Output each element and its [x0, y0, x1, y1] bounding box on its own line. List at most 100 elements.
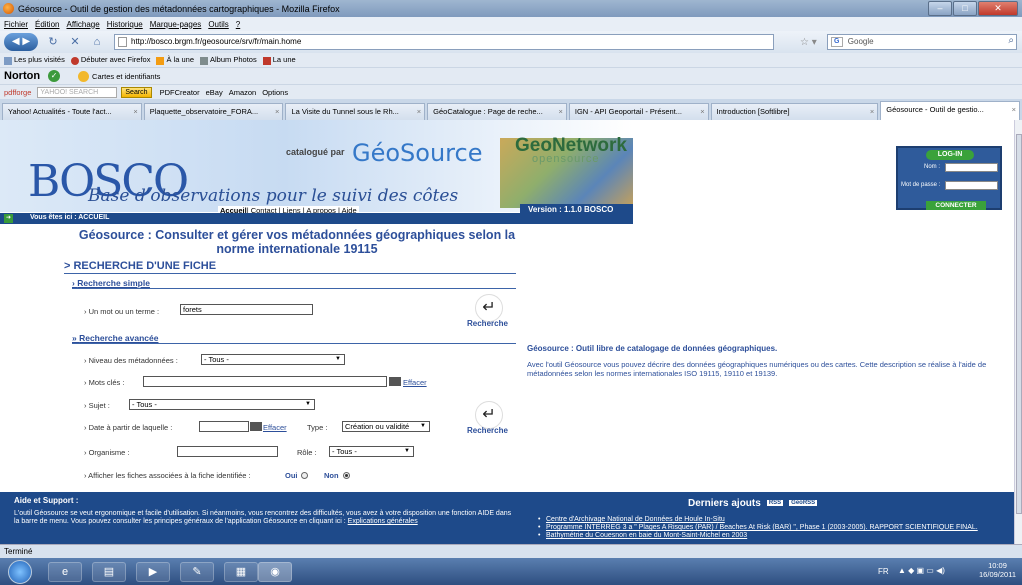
close-tab-icon[interactable]: ×	[870, 104, 874, 119]
app-icon[interactable]: ▦	[224, 562, 258, 582]
norton-logo[interactable]: Norton	[4, 70, 40, 82]
recherche-avancee-button[interactable]: Recherche	[467, 426, 508, 435]
bookmark-star-icon[interactable]: ☆ ▾	[800, 37, 817, 48]
menu-historique[interactable]: Historique	[107, 20, 143, 29]
url-bar[interactable]: http://bosco.brgm.fr/geosource/srv/fr/ma…	[114, 34, 774, 50]
amazon-item[interactable]: Amazon	[229, 88, 257, 97]
close-tab-icon[interactable]: ×	[558, 104, 562, 119]
explorer-icon[interactable]: ▤	[92, 562, 126, 582]
tab-ign[interactable]: IGN - API Geoportail - Présent... ×	[568, 103, 709, 120]
paint-icon[interactable]: ✎	[180, 562, 214, 582]
bookmark-plus-visites[interactable]: Les plus visités	[4, 55, 65, 65]
close-tab-icon[interactable]: ×	[1012, 102, 1016, 117]
tab-yahoo[interactable]: Yahoo! Actualités - Toute l'act... ×	[2, 103, 142, 120]
tab-label: Géosource - Outil de gestio...	[886, 105, 984, 114]
bookmark-debuter[interactable]: Débuter avec Firefox	[70, 55, 150, 65]
menu-marque-pages[interactable]: Marque-pages	[150, 20, 202, 29]
nom-input[interactable]	[945, 163, 998, 172]
tab-softlibre[interactable]: Introduction [Softlibre] ×	[710, 103, 879, 120]
sujet-label: › Sujet :	[84, 401, 110, 410]
bookmark-icon	[4, 56, 12, 65]
oui-radio[interactable]	[301, 472, 308, 479]
date-effacer-link[interactable]: Effacer	[263, 423, 287, 432]
type-select[interactable]: Création ou validité ▼	[342, 421, 430, 432]
tab-tunnel[interactable]: La Visite du Tunnel sous le Rh... ×	[285, 103, 426, 120]
mot-terme-input[interactable]: forets	[180, 304, 313, 315]
organisme-input[interactable]	[177, 446, 278, 457]
norton-check-icon[interactable]: ✓	[48, 70, 61, 82]
sujet-select[interactable]: - Tous - ▼	[129, 399, 315, 410]
minimize-button[interactable]: –	[928, 1, 952, 16]
bookmark-a-la-une[interactable]: À la une	[156, 55, 194, 65]
close-button[interactable]: ✕	[978, 1, 1018, 16]
niveau-value: - Tous -	[204, 355, 229, 364]
home-icon[interactable]: ⌂	[90, 35, 104, 49]
ie-icon[interactable]: e	[48, 562, 82, 582]
aide-support-text: L'outil Géosource se veut ergonomique et…	[14, 510, 512, 525]
tab-plaquette[interactable]: Plaquette_observatoire_FORA... ×	[143, 103, 284, 120]
stop-icon[interactable]: ✕	[68, 35, 82, 49]
mots-cles-effacer-link[interactable]: Effacer	[403, 378, 427, 387]
recherche-simple-label: Recherche simple	[77, 278, 150, 288]
search-icon[interactable]: ⌕	[1008, 35, 1014, 46]
yahoo-search-input[interactable]: YAHOO! SEARCH	[37, 86, 118, 98]
language-indicator[interactable]: FR	[878, 567, 889, 576]
bookmark-album-photos[interactable]: Album Photos	[200, 55, 257, 65]
close-tab-icon[interactable]: ×	[417, 104, 421, 119]
mots-cles-input[interactable]	[143, 376, 387, 387]
non-radio[interactable]	[343, 472, 350, 479]
niveau-select[interactable]: - Tous - ▼	[201, 354, 345, 365]
keyword-picker-icon[interactable]	[389, 377, 401, 386]
connecter-button[interactable]: CONNECTER	[926, 201, 986, 210]
recherche-avancee-title[interactable]: » Recherche avancée	[72, 333, 158, 343]
recherche-simple-title[interactable]: › Recherche simple	[72, 278, 150, 288]
firefox-taskbar-icon[interactable]: ◉	[258, 562, 292, 582]
close-tab-icon[interactable]: ×	[133, 104, 137, 119]
scrollbar-thumb[interactable]	[1016, 134, 1022, 514]
vertical-scrollbar[interactable]	[1014, 120, 1022, 544]
tab-geosource[interactable]: Géosource - Outil de gestio... ×	[880, 101, 1020, 120]
close-tab-icon[interactable]: ×	[275, 104, 279, 119]
calendar-icon[interactable]	[250, 422, 262, 431]
role-select[interactable]: - Tous - ▼	[329, 446, 414, 457]
explications-link[interactable]: Explications générales	[348, 518, 418, 525]
list-item[interactable]: Bathymétrie du Couesnon en baie du Mont-…	[538, 532, 1008, 540]
bookmark-la-une[interactable]: La une	[262, 55, 296, 65]
search-box[interactable]: G Google	[826, 34, 1017, 50]
recherche-avancee-icon[interactable]: ↵	[475, 401, 503, 429]
media-player-icon[interactable]: ▶	[136, 562, 170, 582]
tab-strip: Yahoo! Actualités - Toute l'act... × Plaq…	[0, 99, 1022, 120]
menu-outils[interactable]: Outils	[208, 20, 228, 29]
pdfcreator-item[interactable]: PDFCreator	[160, 88, 200, 97]
search-engine-label: Google	[847, 37, 874, 46]
password-input[interactable]	[945, 181, 998, 190]
menu-help[interactable]: ?	[236, 20, 240, 29]
yahoo-toolbar: pdfforge YAHOO! SEARCH Search PDFCreator…	[0, 84, 1022, 99]
recherche-simple-icon[interactable]: ↵	[475, 294, 503, 322]
clock[interactable]: 10:09 16/09/2011	[979, 561, 1016, 579]
recherche-simple-button[interactable]: Recherche	[467, 319, 508, 328]
norton-cartes-identifiants[interactable]: Cartes et identifiants	[92, 72, 160, 81]
close-tab-icon[interactable]: ×	[700, 104, 704, 119]
menu-fichier[interactable]: Fichier	[4, 20, 28, 29]
back-forward-button[interactable]: ◀ ▶	[4, 33, 38, 51]
start-button[interactable]	[8, 560, 32, 584]
ebay-item[interactable]: eBay	[206, 88, 223, 97]
rss-badge[interactable]: RSS	[766, 500, 784, 507]
list-item[interactable]: Centre d'Archivage National de Données d…	[538, 516, 1008, 524]
pdfforge-logo[interactable]: pdfforge	[4, 88, 31, 97]
date-input[interactable]	[199, 421, 249, 432]
password-label: Mot de passe :	[901, 182, 941, 188]
yahoo-search-button[interactable]: Search	[121, 86, 152, 98]
menu-affichage[interactable]: Affichage	[66, 20, 99, 29]
tray-icons[interactable]: ▲ ◆ ▣ ▭ ◀)	[898, 566, 945, 575]
list-item[interactable]: Programme INTERREG 3 a " Plages A Risque…	[538, 524, 1008, 532]
menu-edition[interactable]: Édition	[35, 20, 59, 29]
georss-badge[interactable]: GeoRSS	[789, 500, 818, 507]
aide-support-title: Aide et Support :	[14, 496, 79, 505]
maximize-button[interactable]: □	[953, 1, 977, 16]
reload-icon[interactable]: ↻	[46, 35, 60, 49]
options-item[interactable]: Options	[262, 88, 288, 97]
tab-geocatalogue[interactable]: GéoCatalogue : Page de reche... ×	[427, 103, 567, 120]
tab-label: IGN - API Geoportail - Présent...	[574, 107, 682, 116]
